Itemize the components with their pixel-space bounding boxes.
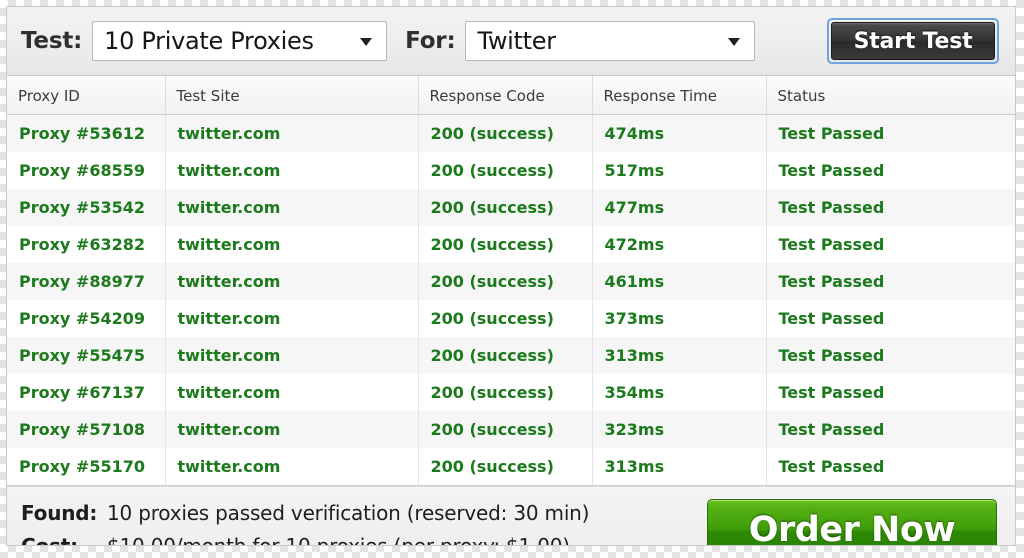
cell-response-time: 313ms bbox=[592, 337, 767, 374]
cell-proxy-id: Proxy #55475 bbox=[7, 337, 166, 374]
cell-proxy-id: Proxy #54209 bbox=[7, 300, 166, 337]
cell-status: Test Passed bbox=[766, 114, 1015, 152]
cell-response-time: 472ms bbox=[592, 226, 767, 263]
cell-response-code: 200 (success) bbox=[418, 448, 593, 486]
cell-response-code: 200 (success) bbox=[418, 263, 593, 300]
proxy-test-panel: Test: 10 Private Proxies For: Twitter St… bbox=[6, 6, 1016, 546]
table-row: Proxy #63282 twitter.com 200 (success) 4… bbox=[7, 226, 1015, 263]
cell-status: Test Passed bbox=[766, 152, 1015, 189]
cell-response-code: 200 (success) bbox=[418, 411, 593, 448]
cell-test-site: twitter.com bbox=[165, 374, 419, 411]
table-row: Proxy #88977 twitter.com 200 (success) 4… bbox=[7, 263, 1015, 300]
cell-status: Test Passed bbox=[766, 263, 1015, 300]
cell-status: Test Passed bbox=[766, 337, 1015, 374]
column-header-status[interactable]: Status bbox=[766, 76, 1015, 115]
cell-proxy-id: Proxy #88977 bbox=[7, 263, 166, 300]
cell-proxy-id: Proxy #67137 bbox=[7, 374, 166, 411]
cell-response-time: 517ms bbox=[592, 152, 767, 189]
column-header-response-code[interactable]: Response Code bbox=[418, 76, 593, 115]
cell-response-time: 313ms bbox=[592, 448, 767, 486]
cost-value: $10.00/month for 10 proxies (per proxy: … bbox=[107, 534, 570, 546]
table-row: Proxy #68559 twitter.com 200 (success) 5… bbox=[7, 152, 1015, 189]
cell-response-code: 200 (success) bbox=[418, 152, 593, 189]
cell-status: Test Passed bbox=[766, 411, 1015, 448]
table-row: Proxy #54209 twitter.com 200 (success) 3… bbox=[7, 300, 1015, 337]
table-row: Proxy #67137 twitter.com 200 (success) 3… bbox=[7, 374, 1015, 411]
table-row: Proxy #55170 twitter.com 200 (success) 3… bbox=[7, 448, 1015, 486]
found-row: Found: 10 proxies passed verification (r… bbox=[21, 501, 589, 525]
cell-response-time: 474ms bbox=[592, 114, 767, 152]
test-label: Test: bbox=[21, 28, 83, 54]
order-now-button[interactable]: Order Now bbox=[707, 498, 997, 545]
table-header-row: Proxy ID Test Site Response Code Respons… bbox=[7, 76, 1015, 115]
cell-proxy-id: Proxy #55170 bbox=[7, 448, 166, 486]
cell-response-code: 200 (success) bbox=[418, 337, 593, 374]
table-row: Proxy #53612 twitter.com 200 (success) 4… bbox=[7, 114, 1015, 152]
test-type-select-value: 10 Private Proxies bbox=[104, 27, 314, 55]
cell-test-site: twitter.com bbox=[165, 114, 419, 152]
for-label: For: bbox=[405, 28, 456, 54]
found-label: Found: bbox=[21, 501, 98, 525]
cell-status: Test Passed bbox=[766, 448, 1015, 486]
chevron-down-icon bbox=[360, 38, 373, 46]
column-header-response-time[interactable]: Response Time bbox=[592, 76, 767, 115]
cost-row: Cost: $10.00/month for 10 proxies (per p… bbox=[21, 534, 589, 546]
summary-footer: Found: 10 proxies passed verification (r… bbox=[7, 486, 1015, 546]
cell-response-time: 373ms bbox=[592, 300, 767, 337]
cell-status: Test Passed bbox=[766, 374, 1015, 411]
cell-response-time: 323ms bbox=[592, 411, 767, 448]
cell-proxy-id: Proxy #57108 bbox=[7, 411, 166, 448]
start-test-button[interactable]: Start Test bbox=[831, 22, 995, 60]
cell-test-site: twitter.com bbox=[165, 411, 419, 448]
test-type-select[interactable]: 10 Private Proxies bbox=[92, 21, 388, 61]
cell-status: Test Passed bbox=[766, 226, 1015, 263]
cell-test-site: twitter.com bbox=[165, 189, 419, 226]
target-site-select-value: Twitter bbox=[477, 27, 556, 55]
column-header-test-site[interactable]: Test Site bbox=[165, 76, 419, 115]
found-value: 10 proxies passed verification (reserved… bbox=[107, 501, 590, 525]
cell-response-code: 200 (success) bbox=[418, 374, 593, 411]
cost-label: Cost: bbox=[21, 534, 78, 546]
cell-test-site: twitter.com bbox=[165, 263, 419, 300]
cell-status: Test Passed bbox=[766, 300, 1015, 337]
proxy-results-table: Proxy ID Test Site Response Code Respons… bbox=[7, 76, 1015, 486]
cell-response-code: 200 (success) bbox=[418, 114, 593, 152]
cell-status: Test Passed bbox=[766, 189, 1015, 226]
cell-proxy-id: Proxy #63282 bbox=[7, 226, 166, 263]
cell-test-site: twitter.com bbox=[165, 152, 419, 189]
cell-response-time: 477ms bbox=[592, 189, 767, 226]
column-header-proxy-id[interactable]: Proxy ID bbox=[7, 76, 166, 115]
control-bar: Test: 10 Private Proxies For: Twitter St… bbox=[7, 7, 1015, 76]
chevron-down-icon bbox=[728, 38, 741, 46]
cell-response-code: 200 (success) bbox=[418, 300, 593, 337]
cell-proxy-id: Proxy #53542 bbox=[7, 189, 166, 226]
summary-text-block: Found: 10 proxies passed verification (r… bbox=[21, 501, 589, 546]
cell-test-site: twitter.com bbox=[165, 448, 419, 486]
cell-proxy-id: Proxy #53612 bbox=[7, 114, 166, 152]
table-row: Proxy #57108 twitter.com 200 (success) 3… bbox=[7, 411, 1015, 448]
cell-test-site: twitter.com bbox=[165, 226, 419, 263]
cell-response-code: 200 (success) bbox=[418, 226, 593, 263]
table-row: Proxy #53542 twitter.com 200 (success) 4… bbox=[7, 189, 1015, 226]
table-body: Proxy #53612 twitter.com 200 (success) 4… bbox=[7, 114, 1015, 486]
cell-proxy-id: Proxy #68559 bbox=[7, 152, 166, 189]
start-test-focus-ring: Start Test bbox=[827, 18, 999, 64]
cell-response-code: 200 (success) bbox=[418, 189, 593, 226]
cell-test-site: twitter.com bbox=[165, 337, 419, 374]
target-site-select[interactable]: Twitter bbox=[465, 21, 756, 61]
cell-response-time: 354ms bbox=[592, 374, 767, 411]
table-row: Proxy #55475 twitter.com 200 (success) 3… bbox=[7, 337, 1015, 374]
cell-test-site: twitter.com bbox=[165, 300, 419, 337]
cell-response-time: 461ms bbox=[592, 263, 767, 300]
